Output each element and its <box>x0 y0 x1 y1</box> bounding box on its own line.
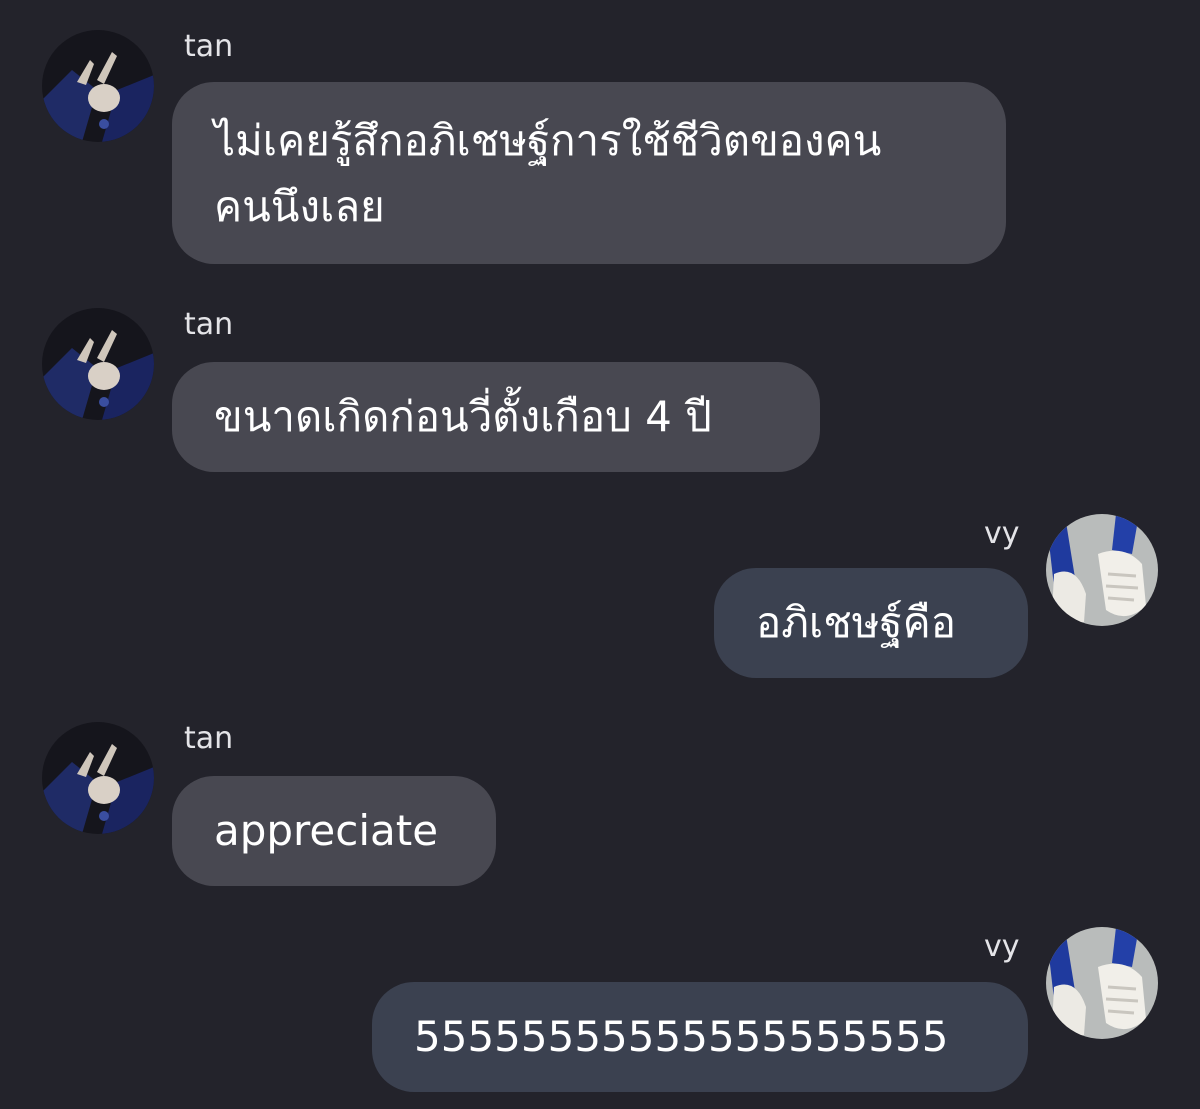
message-bubble[interactable]: 55555555555555555555 <box>372 982 1028 1092</box>
message-bubble[interactable]: อภิเชษฐ์คือ <box>714 568 1028 678</box>
tan-avatar[interactable] <box>42 722 154 834</box>
vy-avatar[interactable] <box>1046 927 1158 1039</box>
sneakers-photo-icon <box>1046 514 1158 626</box>
sender-name: tan <box>184 721 234 756</box>
tan-avatar[interactable] <box>42 30 154 142</box>
message-bubble[interactable]: ไม่เคยรู้สึกอภิเชษฐ์การใช้ชีวิตของคน คนน… <box>172 82 1006 264</box>
sneakers-photo-icon <box>1046 927 1158 1039</box>
message-line: อภิเชษฐ์คือ <box>756 598 956 647</box>
tan-avatar[interactable] <box>42 308 154 420</box>
peace-sign-photo-icon <box>42 722 154 834</box>
message-bubble[interactable]: appreciate <box>172 776 496 886</box>
peace-sign-photo-icon <box>42 308 154 420</box>
message-line: คนนึงเลย <box>214 182 385 231</box>
sender-name: tan <box>184 307 234 342</box>
message-bubble[interactable]: ขนาดเกิดก่อนวี่ตั้งเกือบ 4 ปี <box>172 362 820 472</box>
sender-name: tan <box>184 29 234 64</box>
sender-name: vy <box>984 516 1020 551</box>
peace-sign-photo-icon <box>42 30 154 142</box>
message-line: 55555555555555555555 <box>414 1012 949 1061</box>
vy-avatar[interactable] <box>1046 514 1158 626</box>
message-line: ขนาดเกิดก่อนวี่ตั้งเกือบ 4 ปี <box>214 392 712 441</box>
message-line: appreciate <box>214 806 439 855</box>
sender-name: vy <box>984 929 1020 964</box>
message-line: ไม่เคยรู้สึกอภิเชษฐ์การใช้ชีวิตของคน <box>214 116 882 165</box>
